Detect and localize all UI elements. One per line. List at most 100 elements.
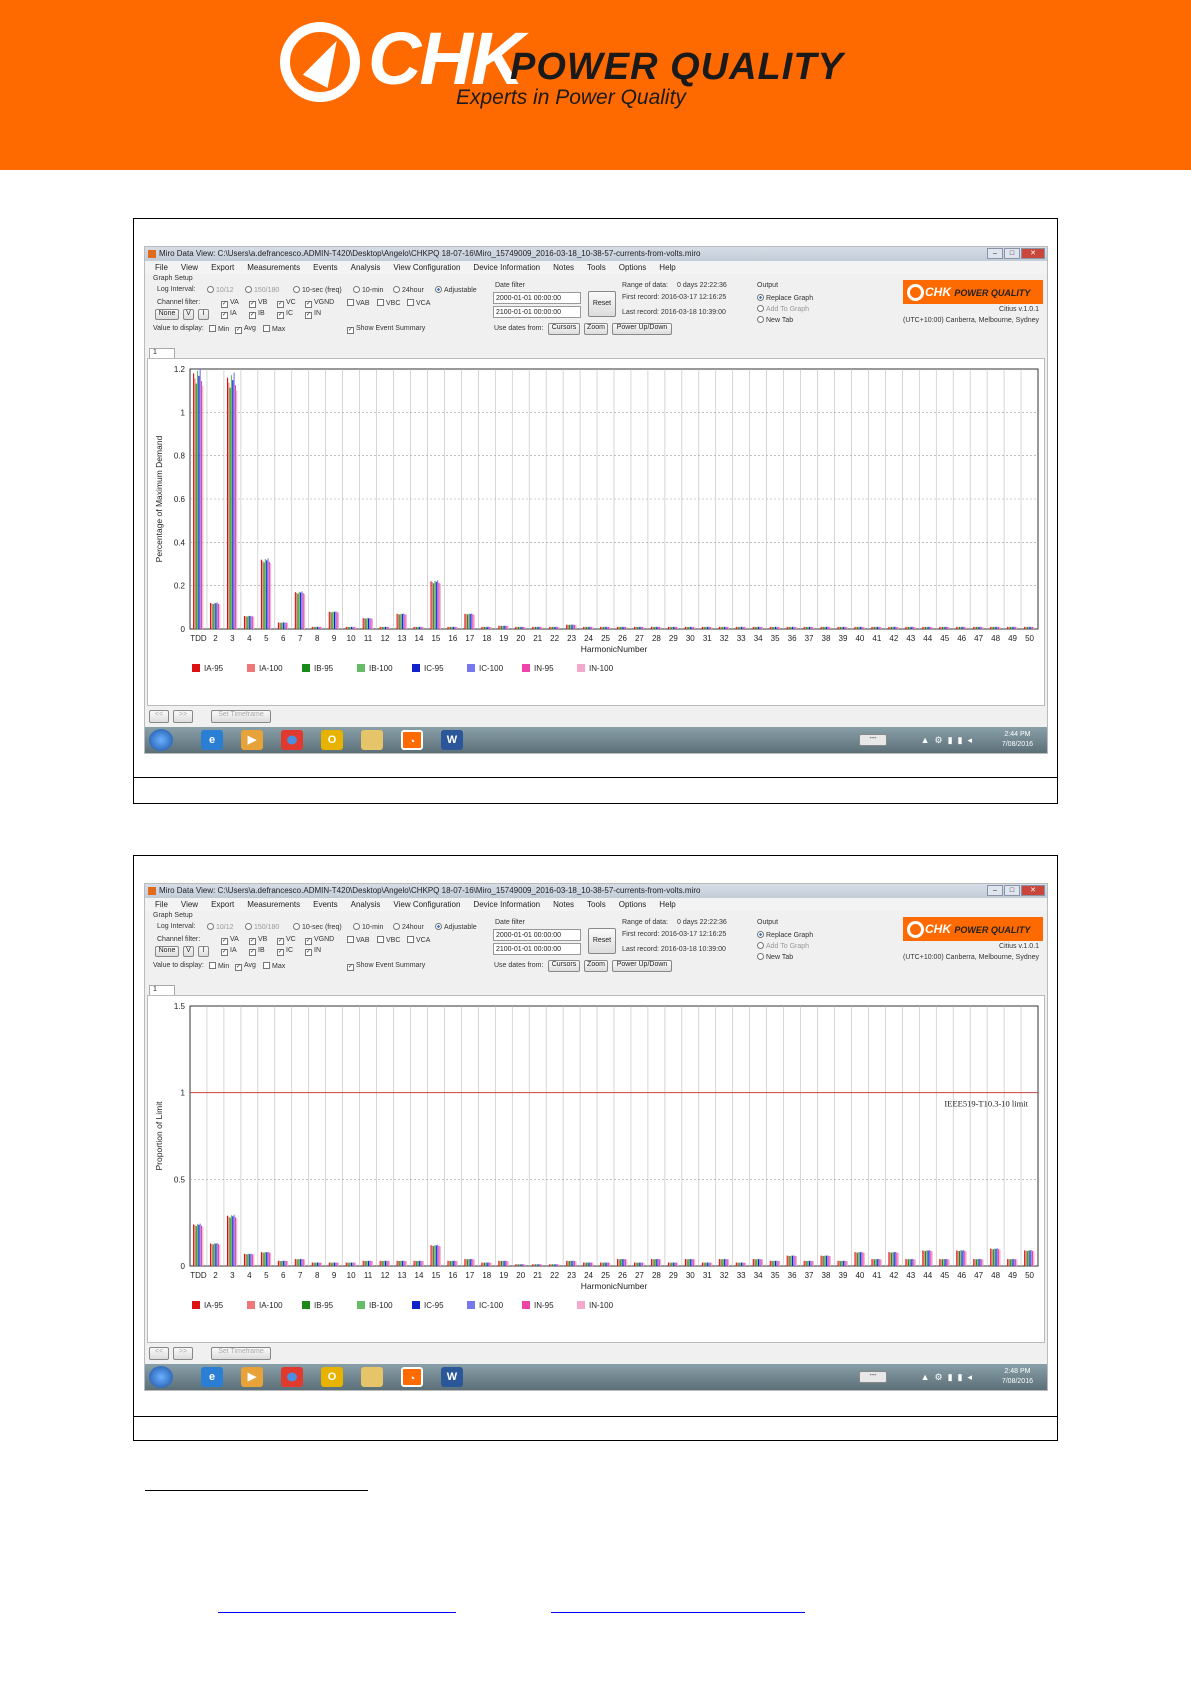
window-titlebar[interactable]: Miro Data View: C:\Users\a.defrancesco.A… xyxy=(145,884,1047,898)
menu-export[interactable]: Export xyxy=(211,261,234,274)
maximize-button[interactable]: □ xyxy=(1004,885,1020,896)
channel-checkbox[interactable]: ✓ IA xyxy=(221,310,237,319)
zoom-button[interactable]: Zoom xyxy=(584,960,608,972)
v-button[interactable]: V xyxy=(183,309,194,320)
end-date-field[interactable]: 2100-01-01 00:00:00 xyxy=(493,943,581,955)
channel-checkbox[interactable]: VCA xyxy=(407,299,430,307)
log-interval-option[interactable]: 10/12 xyxy=(207,923,234,931)
value-checkbox[interactable]: ✓ Avg xyxy=(235,325,256,334)
media-player-icon[interactable]: ▶ xyxy=(241,730,263,750)
channel-checkbox[interactable]: ✓ VA xyxy=(221,299,239,308)
system-tray-icon[interactable]: ▲⚙▮▮◂ xyxy=(921,1372,977,1383)
start-orb-icon[interactable] xyxy=(149,729,173,751)
none-button[interactable]: None xyxy=(155,309,179,320)
channel-checkbox[interactable]: ✓ IC xyxy=(277,310,293,319)
reset-button[interactable]: Reset xyxy=(588,291,616,317)
window-titlebar[interactable]: Miro Data View: C:\Users\a.defrancesco.A… xyxy=(145,247,1047,261)
menu-notes[interactable]: Notes xyxy=(553,261,574,274)
reset-button[interactable]: Reset xyxy=(588,928,616,954)
set-timeframe-button[interactable]: Set Timeframe xyxy=(211,1347,271,1360)
channel-checkbox[interactable]: ✓ IN xyxy=(305,947,321,956)
channel-checkbox[interactable]: ✓ VC xyxy=(277,936,296,945)
value-checkbox[interactable]: Max xyxy=(263,325,285,333)
power-up-down-button[interactable]: Power Up/Down xyxy=(612,323,672,335)
start-orb-icon[interactable] xyxy=(149,1366,173,1388)
channel-checkbox[interactable]: ✓ VGND xyxy=(305,299,334,308)
maximize-button[interactable]: □ xyxy=(1004,248,1020,259)
output-option[interactable]: Add To Graph xyxy=(757,942,809,950)
system-tray-icon[interactable]: ▲⚙▮▮◂ xyxy=(921,735,977,746)
log-interval-option[interactable]: 10/12 xyxy=(207,286,234,294)
value-checkbox[interactable]: ✓ Avg xyxy=(235,962,256,971)
zoom-button[interactable]: Zoom xyxy=(584,323,608,335)
menu-tools[interactable]: Tools xyxy=(587,898,606,911)
start-date-field[interactable]: 2000-01-01 00:00:00 xyxy=(493,292,581,304)
output-option[interactable]: New Tab xyxy=(757,316,793,324)
menu-file[interactable]: File xyxy=(155,898,168,911)
cursors-button[interactable]: Cursors xyxy=(548,960,580,972)
minimize-button[interactable]: – xyxy=(987,248,1003,259)
taskbar-clock[interactable]: 2:44 PM 7/08/2016 xyxy=(1002,730,1033,750)
log-interval-option[interactable]: 10-min xyxy=(353,923,383,931)
none-button[interactable]: None xyxy=(155,946,179,957)
tray-button[interactable]: --- xyxy=(859,734,887,746)
log-interval-option[interactable]: 150/180 xyxy=(245,286,279,294)
menu-notes[interactable]: Notes xyxy=(553,898,574,911)
value-checkbox[interactable]: Max xyxy=(263,962,285,970)
i-button[interactable]: I xyxy=(198,309,209,320)
menu-view-configuration[interactable]: View Configuration xyxy=(393,261,460,274)
footer-link-underline[interactable] xyxy=(551,1612,805,1613)
menu-view[interactable]: View xyxy=(181,261,198,274)
close-button[interactable]: ✕ xyxy=(1021,248,1045,259)
prev-button[interactable]: << xyxy=(149,710,169,723)
close-button[interactable]: ✕ xyxy=(1021,885,1045,896)
end-date-field[interactable]: 2100-01-01 00:00:00 xyxy=(493,306,581,318)
prev-button[interactable]: << xyxy=(149,1347,169,1360)
show-event-summary-checkbox[interactable]: ✓ Show Event Summary xyxy=(347,962,425,971)
menu-options[interactable]: Options xyxy=(619,898,647,911)
channel-checkbox[interactable]: ✓ IN xyxy=(305,310,321,319)
minimize-button[interactable]: – xyxy=(987,885,1003,896)
value-checkbox[interactable]: Min xyxy=(209,325,229,333)
log-interval-option[interactable]: Adjustable xyxy=(435,286,477,294)
channel-checkbox[interactable]: VBC xyxy=(377,299,400,307)
v-button[interactable]: V xyxy=(183,946,194,957)
next-button[interactable]: >> xyxy=(173,1347,193,1360)
channel-checkbox[interactable]: VBC xyxy=(377,936,400,944)
output-option[interactable]: Add To Graph xyxy=(757,305,809,313)
value-checkbox[interactable]: Min xyxy=(209,962,229,970)
menu-analysis[interactable]: Analysis xyxy=(351,261,381,274)
menu-export[interactable]: Export xyxy=(211,898,234,911)
output-option[interactable]: New Tab xyxy=(757,953,793,961)
channel-checkbox[interactable]: ✓ IA xyxy=(221,947,237,956)
channel-checkbox[interactable]: ✓ VC xyxy=(277,299,296,308)
menu-measurements[interactable]: Measurements xyxy=(247,898,300,911)
cursors-button[interactable]: Cursors xyxy=(548,323,580,335)
menu-analysis[interactable]: Analysis xyxy=(351,898,381,911)
log-interval-option[interactable]: 24hour xyxy=(393,923,424,931)
menu-tools[interactable]: Tools xyxy=(587,261,606,274)
chk-app-icon[interactable]: ◔ xyxy=(401,1367,423,1387)
channel-checkbox[interactable]: ✓ VA xyxy=(221,936,239,945)
start-date-field[interactable]: 2000-01-01 00:00:00 xyxy=(493,929,581,941)
chk-app-icon[interactable]: ◔ xyxy=(401,730,423,750)
menu-events[interactable]: Events xyxy=(313,898,337,911)
menu-view[interactable]: View xyxy=(181,898,198,911)
channel-checkbox[interactable]: VAB xyxy=(347,936,370,944)
channel-checkbox[interactable]: VCA xyxy=(407,936,430,944)
log-interval-option[interactable]: 10-min xyxy=(353,286,383,294)
log-interval-option[interactable]: 10-sec (freq) xyxy=(293,286,342,294)
word-icon[interactable]: W xyxy=(441,730,463,750)
set-timeframe-button[interactable]: Set Timeframe xyxy=(211,710,271,723)
show-event-summary-checkbox[interactable]: ✓ Show Event Summary xyxy=(347,325,425,334)
log-interval-option[interactable]: 10-sec (freq) xyxy=(293,923,342,931)
power-up-down-button[interactable]: Power Up/Down xyxy=(612,960,672,972)
channel-checkbox[interactable]: ✓ IB xyxy=(249,947,265,956)
explorer-icon[interactable] xyxy=(361,1367,383,1387)
menu-options[interactable]: Options xyxy=(619,261,647,274)
chrome-icon[interactable] xyxy=(281,1367,303,1387)
output-option[interactable]: Replace Graph xyxy=(757,931,813,939)
channel-checkbox[interactable]: ✓ VB xyxy=(249,299,267,308)
menu-help[interactable]: Help xyxy=(659,261,675,274)
menu-help[interactable]: Help xyxy=(659,898,675,911)
